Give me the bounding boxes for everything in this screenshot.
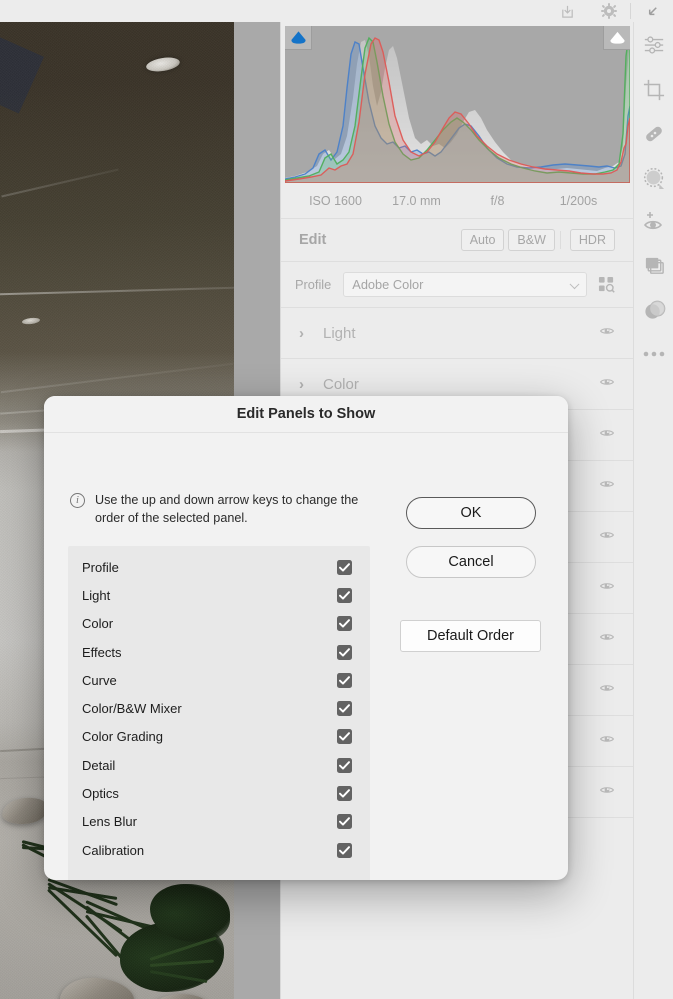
panel-list-item-checkbox[interactable] xyxy=(337,729,352,745)
top-bar-icons xyxy=(546,0,673,22)
hdr-button[interactable]: HDR xyxy=(569,229,615,251)
panel-visibility-eye-icon[interactable] xyxy=(599,425,615,446)
panel-list-item[interactable]: Light xyxy=(68,581,370,609)
profile-select[interactable]: Adobe Color xyxy=(343,272,587,297)
masking-icon[interactable] xyxy=(634,156,673,200)
panel-list-item[interactable]: Profile xyxy=(68,553,370,581)
tool-rail xyxy=(633,22,673,999)
cancel-button[interactable]: Cancel xyxy=(406,546,536,578)
ok-button[interactable]: OK xyxy=(406,497,536,529)
panel-list-item[interactable]: Detail xyxy=(68,751,370,779)
panel-order-list[interactable]: Profile Light Color Effects Curve Color/B&W M… xyxy=(68,546,370,880)
more-options-icon[interactable] xyxy=(634,332,673,376)
panel-list-item[interactable]: Curve xyxy=(68,666,370,694)
red-eye-icon[interactable] xyxy=(634,200,673,244)
dialog-header: Edit Panels to Show xyxy=(44,396,568,433)
info-icon: i xyxy=(70,493,85,508)
panel-list-item[interactable]: Lens Blur xyxy=(68,808,370,836)
highlight-clipping-triangle-icon xyxy=(609,31,625,44)
crop-icon[interactable] xyxy=(634,68,673,112)
panel-list-item[interactable]: Calibration xyxy=(68,836,370,864)
panel-list-item-label: Color Grading xyxy=(82,729,163,745)
shadow-clipping-indicator[interactable] xyxy=(285,26,312,50)
panel-list-item[interactable]: Color Grading xyxy=(68,723,370,751)
panel-list-item-checkbox[interactable] xyxy=(337,559,352,575)
healing-brush-icon[interactable] xyxy=(634,112,673,156)
versions-icon[interactable] xyxy=(634,288,673,332)
dialog-info-text: Use the up and down arrow keys to change… xyxy=(95,493,359,526)
panel-list-item[interactable]: Color/B&W Mixer xyxy=(68,694,370,722)
edit-panels-dialog: Edit Panels to Show i Use the up and dow… xyxy=(44,396,568,880)
panel-row[interactable]: › Light xyxy=(281,308,633,359)
edit-header-divider xyxy=(559,231,561,249)
edit-sliders-icon[interactable] xyxy=(634,22,673,68)
panel-list-item-label: Detail xyxy=(82,757,116,773)
panel-list-item-checkbox[interactable] xyxy=(337,616,352,632)
highlight-clipping-indicator[interactable] xyxy=(603,26,630,50)
edit-header: Edit Auto B&W HDR xyxy=(281,219,633,262)
panel-list-item[interactable]: Effects xyxy=(68,638,370,666)
profile-select-value: Adobe Color xyxy=(352,277,424,292)
shadow-clipping-triangle-icon xyxy=(290,31,306,44)
panel-list-item-label: Color xyxy=(82,616,114,632)
panel-list-item-label: Effects xyxy=(82,644,122,660)
panel-list-item-label: Lens Blur xyxy=(82,814,137,830)
panel-list-item-label: Optics xyxy=(82,786,119,802)
histogram-section xyxy=(281,22,634,183)
panel-list-item-label: Profile xyxy=(82,559,119,575)
panel-visibility-eye-icon[interactable] xyxy=(599,476,615,497)
panel-visibility-eye-icon[interactable] xyxy=(599,680,615,701)
dialog-title: Edit Panels to Show xyxy=(236,406,376,422)
presets-icon[interactable] xyxy=(634,244,673,288)
metadata-aperture: f/8 xyxy=(490,193,505,208)
panel-visibility-eye-icon[interactable] xyxy=(599,578,615,599)
panel-list-item-checkbox[interactable] xyxy=(337,701,352,717)
auto-button[interactable]: Auto xyxy=(460,229,505,251)
panel-list-item-label: Light xyxy=(82,587,111,603)
dialog-info: i Use the up and down arrow keys to chan… xyxy=(70,491,380,528)
panel-visibility-eye-icon[interactable] xyxy=(599,323,615,344)
app-root: ISO 1600 17.0 mm f/8 1/200s Edit Auto B&… xyxy=(0,0,673,999)
panel-list-item-checkbox[interactable] xyxy=(337,814,352,830)
panel-list-item-checkbox[interactable] xyxy=(337,786,352,802)
panel-visibility-eye-icon[interactable] xyxy=(599,629,615,650)
profile-label: Profile xyxy=(295,277,332,292)
bw-button[interactable]: B&W xyxy=(508,229,555,251)
panel-list-item-label: Calibration xyxy=(82,842,145,858)
panel-list-item-checkbox[interactable] xyxy=(337,842,352,858)
panel-list-item-checkbox[interactable] xyxy=(337,587,352,603)
histogram-plot xyxy=(285,33,630,183)
panel-visibility-eye-icon[interactable] xyxy=(599,731,615,752)
panel-list-item-checkbox[interactable] xyxy=(337,757,352,773)
panel-row-label: Color xyxy=(323,375,359,393)
panel-list-item[interactable]: Optics xyxy=(68,779,370,807)
panel-list-item-checkbox[interactable] xyxy=(337,644,352,660)
metadata-iso: ISO 1600 xyxy=(309,193,362,208)
collapse-arrow-icon[interactable] xyxy=(631,0,673,22)
photo-metadata-bar: ISO 1600 17.0 mm f/8 1/200s xyxy=(281,183,633,219)
gear-icon[interactable] xyxy=(588,0,630,22)
panel-list-item-checkbox[interactable] xyxy=(337,672,352,688)
panel-visibility-eye-icon[interactable] xyxy=(599,374,615,395)
default-order-button[interactable]: Default Order xyxy=(400,620,541,652)
chevron-down-icon xyxy=(569,278,580,289)
panel-list-item-label: Color/B&W Mixer xyxy=(82,701,182,717)
panel-visibility-eye-icon[interactable] xyxy=(599,527,615,548)
histogram[interactable] xyxy=(285,26,630,183)
profile-browser-icon[interactable] xyxy=(593,276,619,293)
share-export-icon[interactable] xyxy=(546,0,588,22)
top-bar xyxy=(0,0,673,22)
panel-visibility-eye-icon[interactable] xyxy=(599,782,615,803)
panel-list-item-label: Curve xyxy=(82,672,117,688)
profile-row: Profile Adobe Color xyxy=(281,262,633,308)
dialog-body: i Use the up and down arrow keys to chan… xyxy=(44,433,568,880)
panel-row-label: Light xyxy=(323,324,356,342)
metadata-focal-length: 17.0 mm xyxy=(392,193,441,208)
edit-title: Edit xyxy=(299,232,327,248)
chevron-right-icon[interactable]: › xyxy=(299,325,317,342)
chevron-right-icon[interactable]: › xyxy=(299,376,317,393)
panel-list-item[interactable]: Color xyxy=(68,610,370,638)
metadata-shutter-speed: 1/200s xyxy=(559,193,598,208)
